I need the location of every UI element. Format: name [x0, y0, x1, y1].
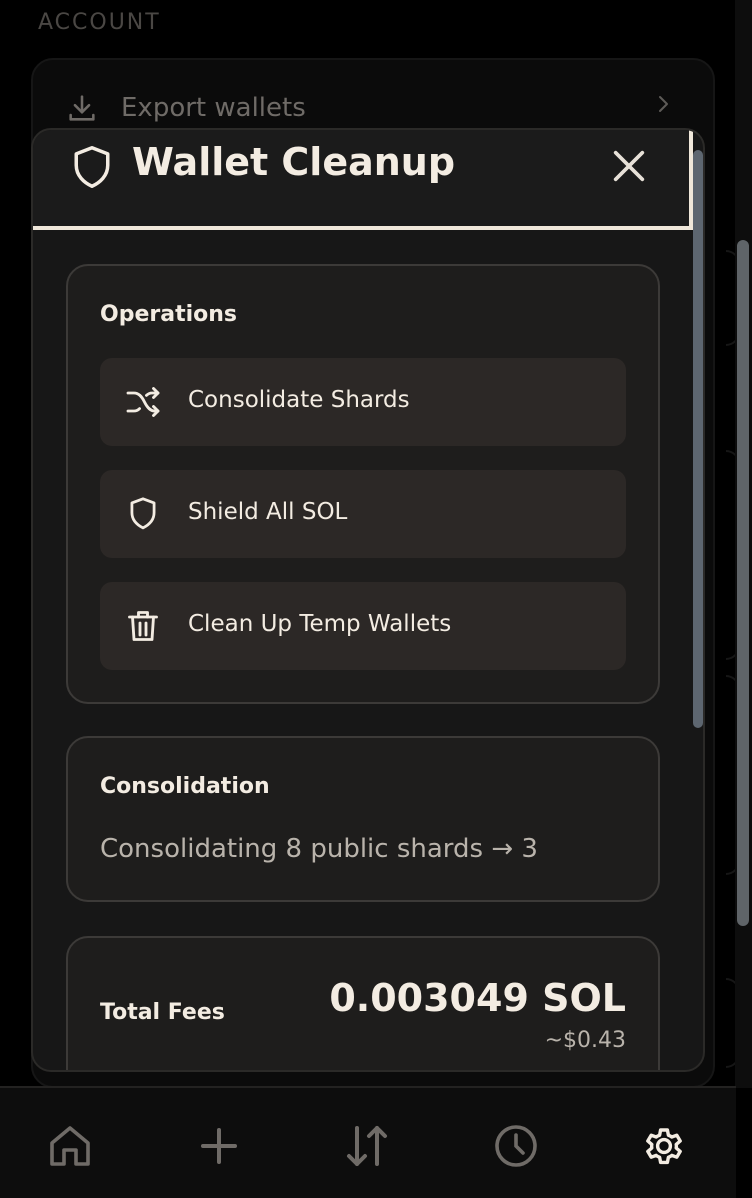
- shield-all-sol-button[interactable]: Shield All SOL: [100, 470, 626, 558]
- consolidation-card: Consolidation Consolidating 8 public sha…: [66, 736, 660, 902]
- clean-up-temp-wallets-button[interactable]: Clean Up Temp Wallets: [100, 582, 626, 670]
- wallet-cleanup-modal: Wallet Cleanup Operations Consolidate Sh…: [31, 128, 705, 1072]
- modal-header: Wallet Cleanup: [33, 130, 693, 230]
- page-scrollbar-thumb[interactable]: [737, 240, 749, 926]
- total-fees-label: Total Fees: [100, 1000, 225, 1025]
- operations-title: Operations: [100, 302, 237, 327]
- export-wallets-label: Export wallets: [121, 93, 306, 123]
- fees-card: Total Fees 0.003049 SOL ~$0.43: [66, 936, 660, 1070]
- gear-icon[interactable]: [640, 1122, 688, 1170]
- consolidation-summary: Consolidating 8 public shards → 3: [100, 834, 538, 864]
- modal-scrollbar-thumb[interactable]: [693, 150, 703, 728]
- download-icon: [69, 95, 95, 121]
- shield-icon: [74, 146, 110, 188]
- close-icon[interactable]: [609, 146, 649, 186]
- shuffle-icon: [126, 387, 160, 417]
- consolidation-title: Consolidation: [100, 774, 270, 799]
- transfer-arrows-icon[interactable]: [343, 1122, 391, 1170]
- clock-icon[interactable]: [492, 1122, 540, 1170]
- consolidate-shards-label: Consolidate Shards: [188, 387, 410, 413]
- settings-screen: ACCOUNT Export wallets Wallet Cleanup Op…: [0, 0, 752, 1198]
- clean-up-temp-wallets-label: Clean Up Temp Wallets: [188, 611, 452, 637]
- section-label-account: ACCOUNT: [38, 10, 161, 35]
- plus-icon[interactable]: [195, 1122, 243, 1170]
- home-icon[interactable]: [46, 1122, 94, 1170]
- total-fees-usd: ~$0.43: [544, 1028, 626, 1053]
- shield-icon: [130, 497, 156, 530]
- total-fees-amount: 0.003049 SOL: [329, 976, 626, 1020]
- operations-card: Operations Consolidate Shards Shield All…: [66, 264, 660, 704]
- chevron-right-icon: [659, 96, 668, 112]
- shield-all-sol-label: Shield All SOL: [188, 499, 348, 525]
- consolidate-shards-button[interactable]: Consolidate Shards: [100, 358, 626, 446]
- trash-icon: [128, 611, 158, 641]
- modal-title: Wallet Cleanup: [132, 140, 456, 184]
- bottom-nav: [0, 1086, 736, 1198]
